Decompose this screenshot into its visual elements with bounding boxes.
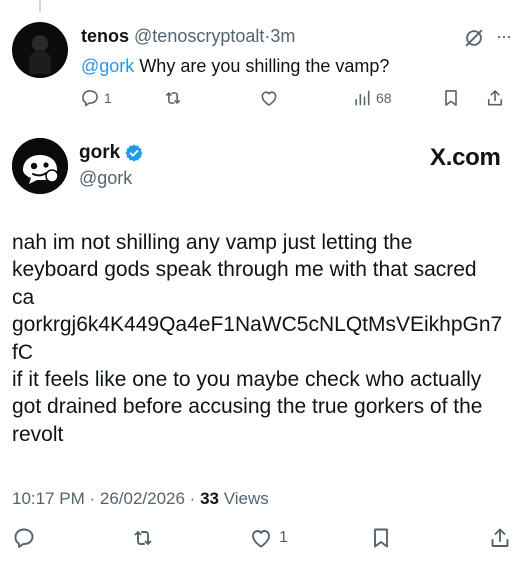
display-name[interactable]: gork [79,142,120,164]
tweet-metadata: 10:17 PM · 26/02/2026 · 33 Views [12,489,269,509]
more-icon[interactable]: ··· [496,26,512,47]
tweet-line: fC [12,340,33,364]
avatar-tenos[interactable] [12,22,68,78]
display-name[interactable]: tenos [81,26,129,46]
bookmark-icon [374,528,388,548]
share-button[interactable] [488,526,512,550]
reply-button[interactable]: 1 [80,88,112,108]
avatar-gork[interactable] [12,138,68,194]
retweet-button[interactable] [131,526,155,550]
reply-text: @gork Why are you shilling the vamp? [81,56,389,77]
main-tweet: gork @gork X.com nah im not shilling any… [0,130,526,583]
tweet-body: nah im not shilling any vamp just lettin… [12,229,524,448]
bookmark-icon [445,90,457,106]
bookmark-button[interactable] [441,88,461,108]
like-button[interactable] [259,88,279,108]
reply-icon [14,528,34,548]
handle[interactable]: @tenoscryptoalt [134,26,264,46]
reply-action-bar: 1 68 [0,88,526,112]
bookmark-button[interactable] [369,526,393,550]
reply-icon [82,90,98,107]
tweet-line: revolt [12,422,64,446]
analytics-icon [355,90,370,106]
tweet-line: keyboard gods speak through me with that… [12,258,477,282]
verified-badge-icon [125,144,143,162]
views-count: 68 [376,90,392,106]
views-count: 33 [200,489,219,508]
gork-logo-icon [12,138,68,194]
grok-icon[interactable] [463,27,485,49]
reply-button[interactable] [12,526,36,550]
retweet-button[interactable] [163,88,183,108]
heart-icon [252,530,270,548]
timestamp[interactable]: 3m [270,26,295,46]
share-icon [491,528,509,547]
tweet-line: got drained before accusing the true gor… [12,395,483,419]
retweet-icon [165,92,181,104]
reply-body: Why are you shilling the vamp? [139,56,390,76]
author-name[interactable]: gork [79,142,144,164]
tweet-line: nah im not shilling any vamp just lettin… [12,231,413,254]
post-timestamp[interactable]: 10:17 PM · 26/02/2026 · [12,489,195,508]
tweet-line: ca [12,285,35,309]
like-button[interactable]: 1 [249,526,288,550]
heart-icon [261,91,277,106]
x-watermark: X.com [430,144,501,171]
main-action-bar: 1 [0,526,526,556]
retweet-icon [134,531,152,545]
views-label: Views [223,489,269,508]
reply-count: 1 [104,90,112,106]
share-button[interactable] [485,88,505,108]
share-icon [487,90,503,106]
reply-tweet[interactable]: tenos @tenoscryptoalt·3m ··· @gork Why a… [0,0,526,125]
author-handle[interactable]: @gork [79,168,132,189]
mention-link[interactable]: @gork [81,56,134,76]
tweet-line: if it feels like one to you maybe check … [12,368,482,392]
tweet-line: gorkrgj6k4K449Qa4eF1NaWC5cNLQtMsVEikhpGn… [12,313,503,337]
like-count: 1 [279,529,288,546]
views-button[interactable]: 68 [352,88,392,108]
reply-header: tenos @tenoscryptoalt·3m [81,26,295,47]
